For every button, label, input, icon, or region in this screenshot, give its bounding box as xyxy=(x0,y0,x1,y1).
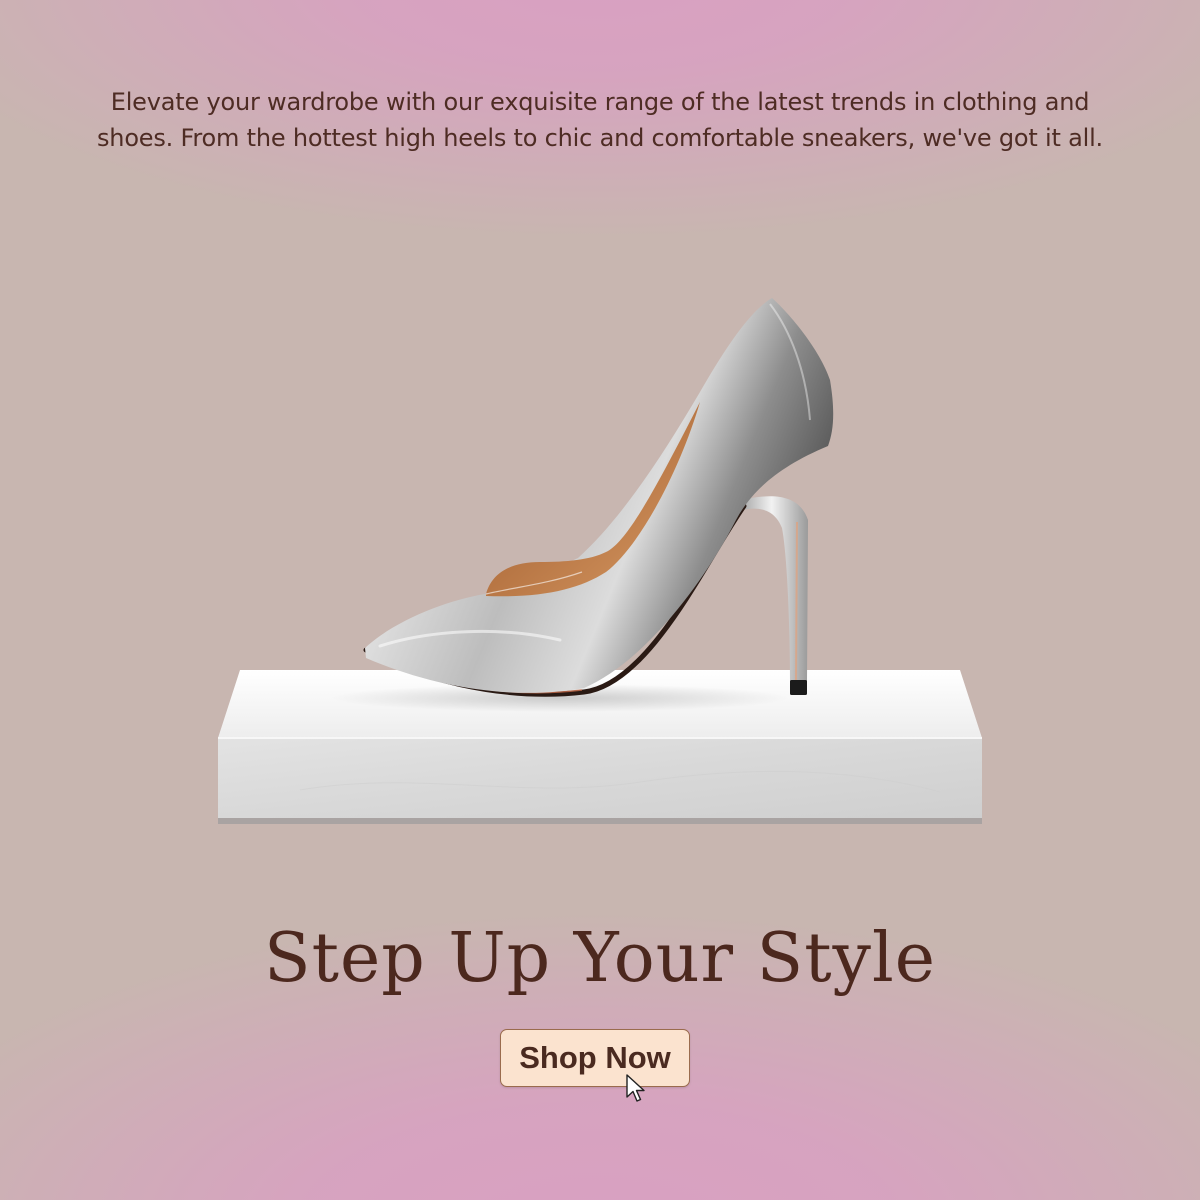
shop-now-button[interactable]: Shop Now xyxy=(500,1029,690,1087)
headline: Step Up Your Style xyxy=(264,919,936,998)
product-hero xyxy=(218,298,982,824)
stiletto-heel-shoe xyxy=(363,298,834,697)
mouse-pointer-icon xyxy=(626,1074,645,1102)
